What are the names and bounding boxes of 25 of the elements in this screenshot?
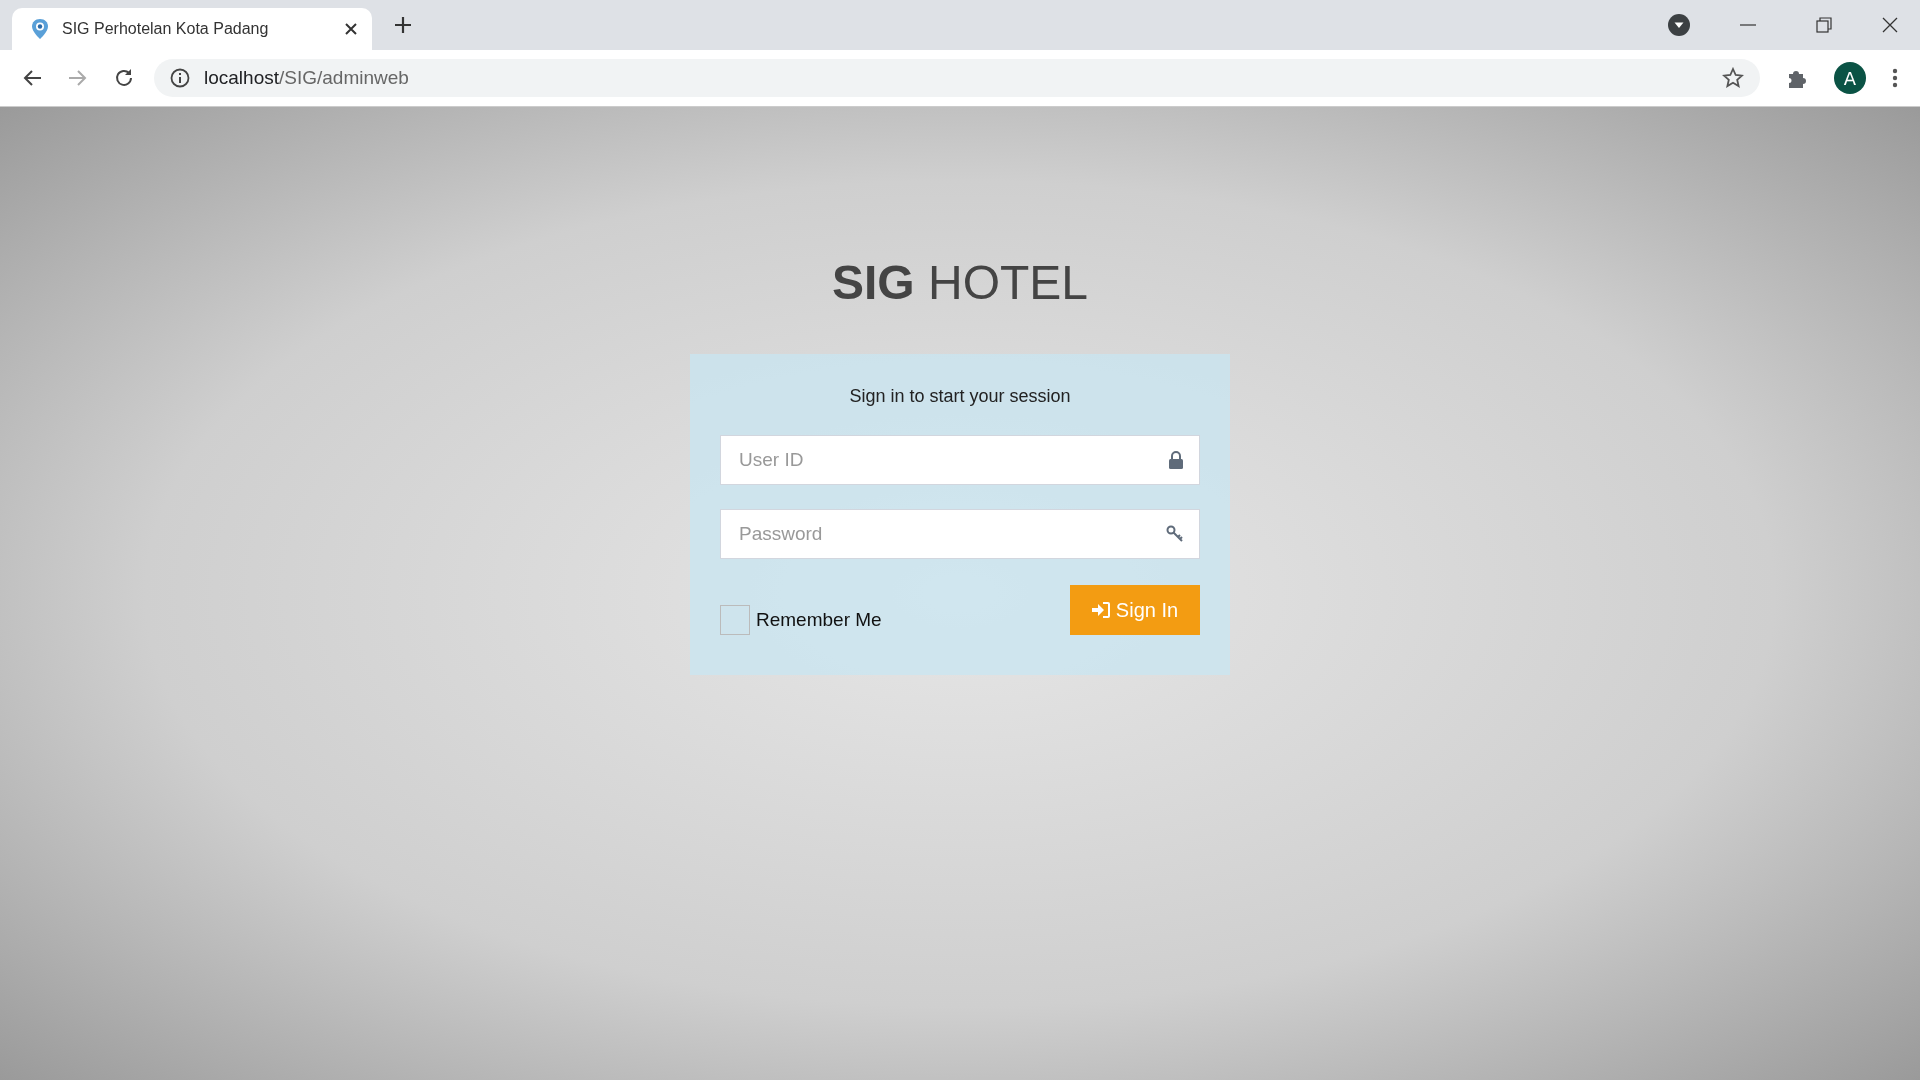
restore-icon[interactable] <box>1816 17 1832 33</box>
site-logo: SIG HOTEL <box>831 255 1089 310</box>
key-icon <box>1166 525 1184 543</box>
login-message: Sign in to start your session <box>849 386 1071 407</box>
more-menu-icon[interactable] <box>1892 68 1898 88</box>
close-icon[interactable] <box>1882 17 1898 33</box>
input-field[interactable]: Password <box>720 509 1200 559</box>
star-icon[interactable] <box>1722 67 1744 89</box>
info-icon <box>170 68 190 88</box>
remember-checkbox[interactable] <box>720 605 750 635</box>
map-pin-icon <box>30 18 50 40</box>
profile-avatar[interactable]: A <box>1834 62 1866 94</box>
sign-in-icon <box>1091 602 1110 618</box>
url-text: localhost/SIG/adminweb <box>204 67 409 89</box>
close-icon[interactable] <box>344 22 358 36</box>
back-arrow-icon[interactable] <box>22 69 42 87</box>
lock-icon <box>1168 451 1184 469</box>
dropdown-icon[interactable] <box>1668 14 1690 36</box>
reload-icon[interactable] <box>114 68 134 88</box>
address-bar[interactable]: localhost/SIG/adminweb <box>154 59 1760 97</box>
input-field[interactable]: User ID <box>720 435 1200 485</box>
browser-tab[interactable]: SIG Perhotelan Kota Padang <box>12 8 372 50</box>
tab-title: SIG Perhotelan Kota Padang <box>62 20 270 38</box>
remember-label: Remember Me <box>756 609 882 631</box>
plus-icon[interactable] <box>394 16 412 34</box>
